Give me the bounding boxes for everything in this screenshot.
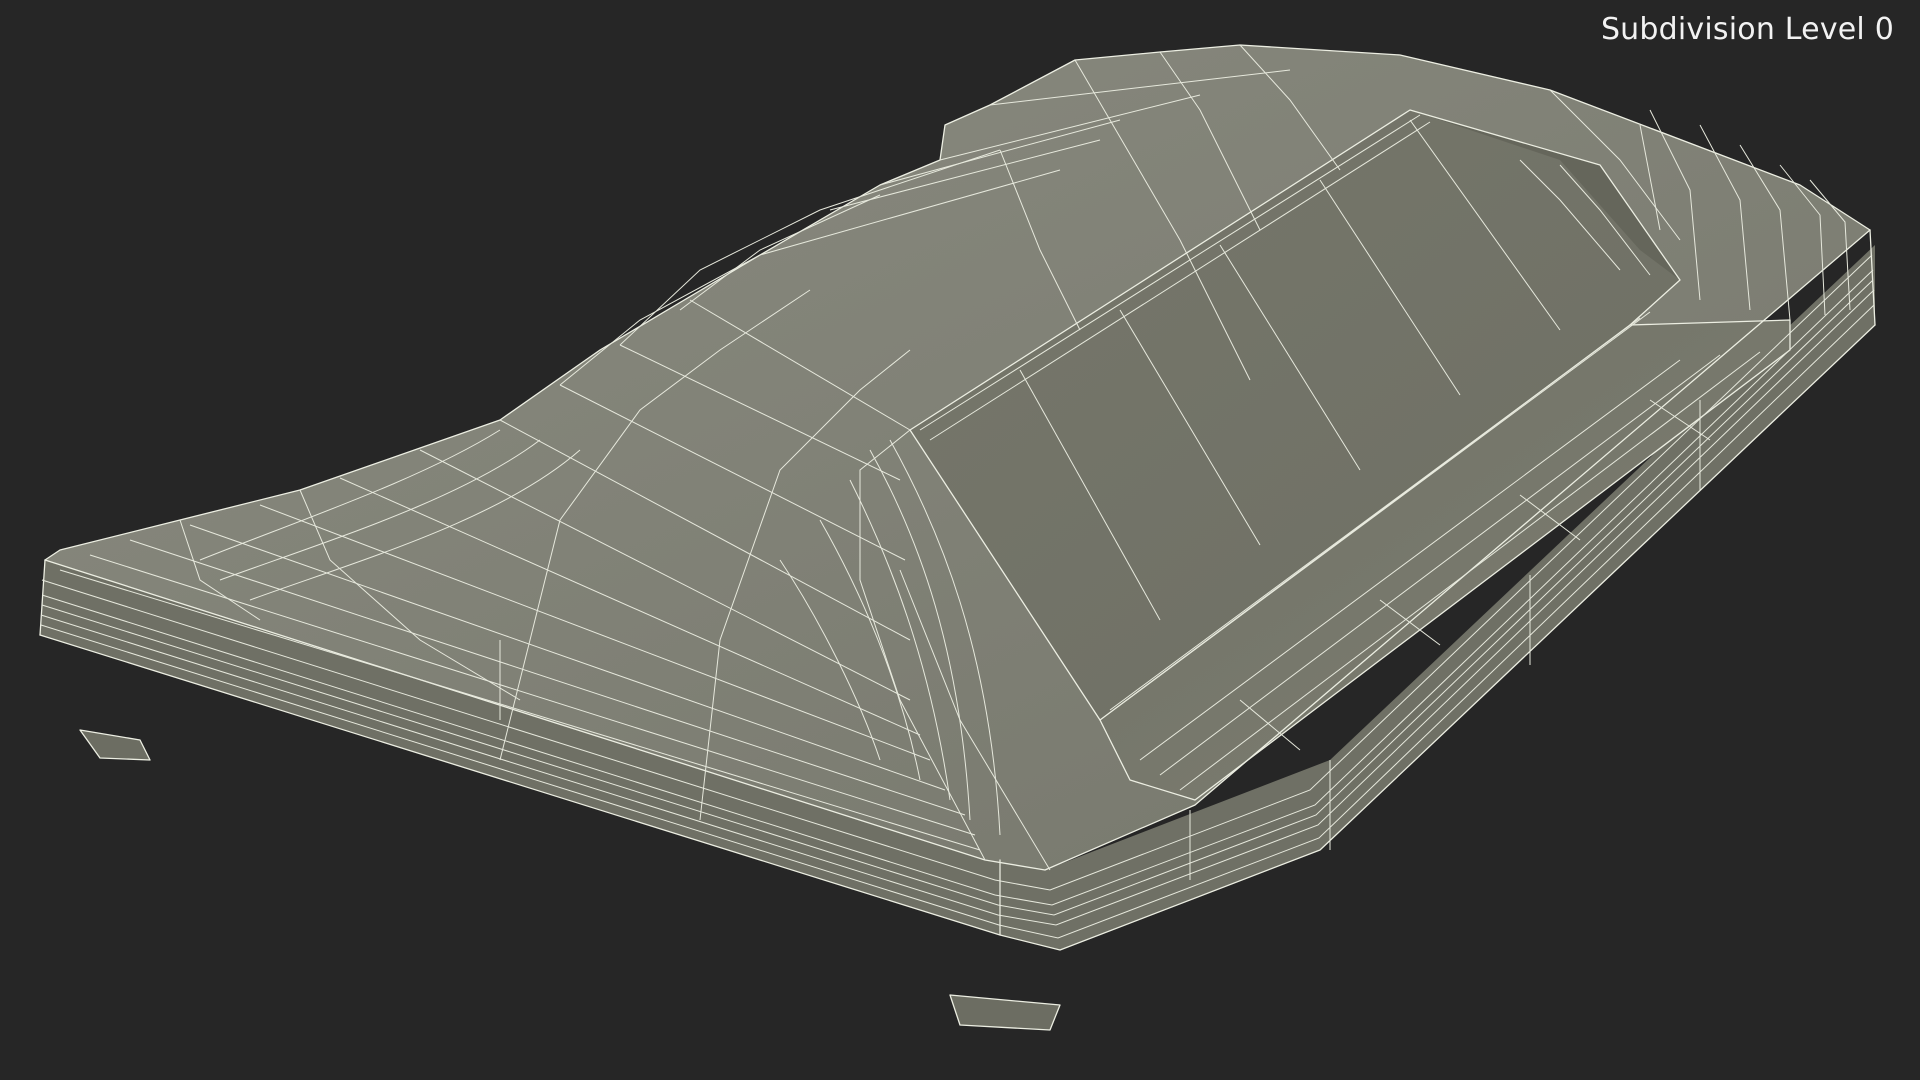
- 3d-viewport[interactable]: Subdivision Level 0: [0, 0, 1920, 1080]
- wireframe-mesh: [39, 44, 1876, 1031]
- subdivision-level-label: Subdivision Level 0: [1600, 12, 1894, 47]
